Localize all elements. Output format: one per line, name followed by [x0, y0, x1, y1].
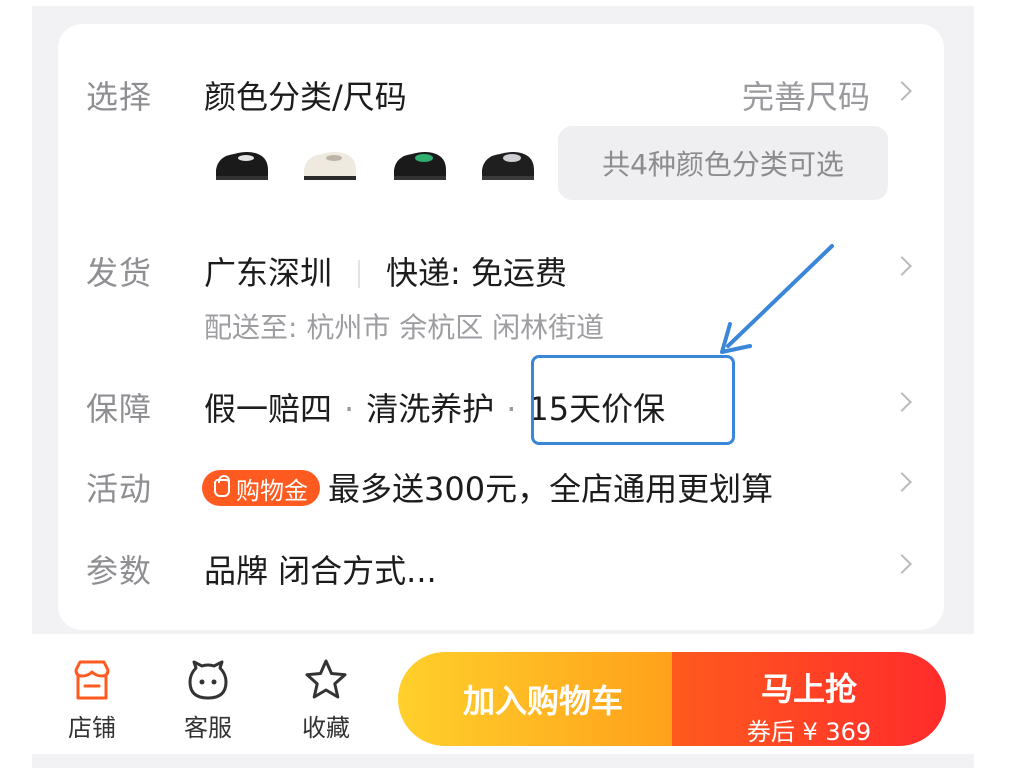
shopping-credit-badge: 购物金 [202, 470, 320, 506]
promo-label: 活动 [86, 470, 153, 508]
promo-text: 最多送300元，全店通用更划算 [328, 470, 774, 508]
dot-separator: · [506, 390, 517, 428]
params-label: 参数 [86, 552, 153, 590]
params-value: 品牌 闭合方式... [204, 552, 437, 590]
color-count-pill[interactable]: 共4种颜色分类可选 [558, 126, 888, 200]
annotation-highlight-box [531, 355, 735, 445]
dot-separator: · [344, 390, 355, 428]
divider [358, 260, 361, 288]
buy-now-button[interactable]: 马上抢 券后 ¥ 369 [672, 652, 946, 746]
shipping-origin: 广东深圳 [204, 254, 333, 292]
star-icon [305, 659, 347, 699]
shipping-label: 发货 [86, 254, 153, 292]
customer-service-icon [188, 660, 228, 700]
select-value: 颜色分类/尺码 [204, 78, 407, 116]
shipping-courier: 快递: 免运费 [386, 254, 567, 292]
buy-now-label: 马上抢 [760, 670, 857, 708]
shoe-white-thumbnail[interactable] [300, 140, 360, 186]
store-label: 店铺 [68, 714, 116, 742]
size-complete-link[interactable]: 完善尺码 [742, 72, 870, 118]
delivery-address: 配送至: 杭州市 余杭区 闲林街道 [204, 311, 605, 344]
shipping-info: 广东深圳 快递: 免运费 [204, 248, 567, 294]
guarantee-item-cleaning: 清洗养护 [366, 390, 495, 428]
money-bag-icon [214, 475, 230, 497]
coupon-price: 券后 ¥ 369 [746, 718, 872, 746]
annotation-arrow-icon [720, 244, 834, 354]
badge-text: 购物金 [236, 476, 308, 505]
add-to-cart-button[interactable]: 加入购物车 [398, 652, 688, 746]
guarantee-label: 保障 [86, 390, 153, 428]
shoe-green-black-thumbnail[interactable] [390, 140, 450, 186]
store-icon [74, 660, 110, 700]
favorite-button[interactable]: 收藏 [290, 656, 362, 743]
customer-service-button[interactable]: 客服 [172, 656, 244, 743]
guarantee-item-fake-compensation: 假一赔四 [204, 390, 333, 428]
shoe-black-silver-thumbnail[interactable] [478, 140, 538, 186]
store-button[interactable]: 店铺 [56, 656, 128, 743]
shoe-black-thumbnail[interactable] [212, 140, 272, 186]
select-label: 选择 [86, 78, 153, 116]
favorite-label: 收藏 [302, 714, 350, 742]
service-label: 客服 [184, 714, 232, 742]
promo-info: 购物金 最多送300元，全店通用更划算 [202, 464, 773, 510]
